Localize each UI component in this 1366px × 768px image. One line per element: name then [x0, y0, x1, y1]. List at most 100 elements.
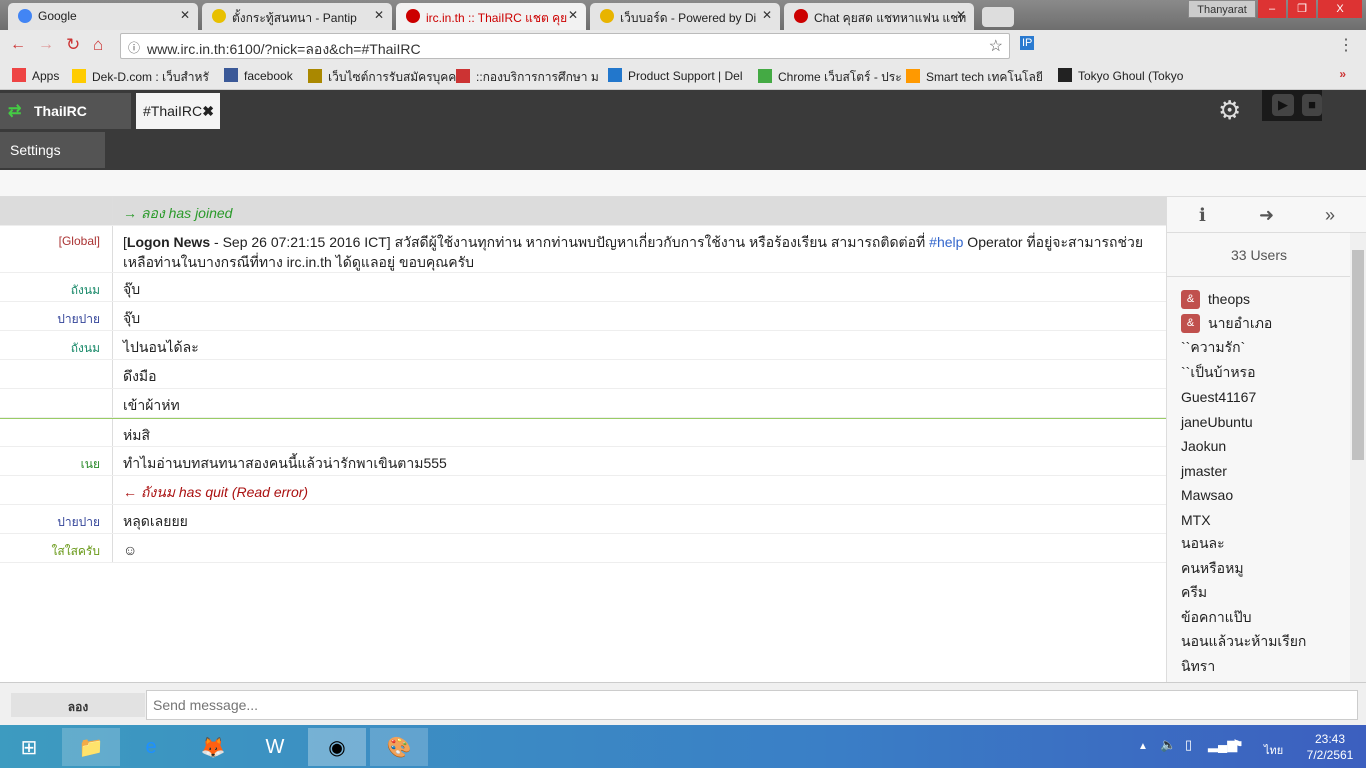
- message-body: ← ถังนม has quit (Read error): [113, 476, 1166, 504]
- channel-tab[interactable]: #ThaiIRC ✖: [136, 93, 220, 129]
- volume-icon[interactable]: 🔈: [1160, 737, 1176, 753]
- bookmark-item[interactable]: Apps: [12, 68, 59, 83]
- stop-icon[interactable]: ■: [1302, 94, 1322, 116]
- message-nick[interactable]: ปายปาย: [0, 302, 113, 330]
- user-item[interactable]: นอนแล้วนะห้ามเรียก: [1181, 630, 1366, 655]
- ip-extension-icon[interactable]: IP: [1020, 36, 1035, 50]
- word-icon[interactable]: W: [246, 728, 304, 766]
- bookmark-item[interactable]: facebook: [224, 68, 293, 83]
- message-nick[interactable]: [0, 360, 113, 388]
- user-item[interactable]: ``เป็นบ้าหรอ: [1181, 361, 1366, 386]
- menu-icon[interactable]: ⋮: [1338, 35, 1354, 55]
- close-tab-icon[interactable]: ✕: [180, 8, 190, 22]
- browser-tab[interactable]: irc.in.th :: ThaiIRC แชต คุย ✕: [396, 3, 586, 30]
- flag-icon[interactable]: ⚑: [1232, 737, 1244, 753]
- bookmark-item[interactable]: เว็บไซต์การรับสมัครบุคคล: [308, 68, 464, 87]
- home-icon[interactable]: ⌂: [93, 35, 103, 55]
- chrome-icon[interactable]: ◉: [308, 728, 366, 766]
- paint-icon[interactable]: 🎨: [370, 728, 428, 766]
- browser-tab[interactable]: Chat คุยสด แชทหาแฟน แชท ✕: [784, 3, 974, 30]
- user-name: Guest41167: [1181, 389, 1257, 406]
- user-item[interactable]: Guest41167: [1181, 385, 1366, 410]
- info-icon[interactable]: ℹ: [1199, 205, 1206, 226]
- message-nick[interactable]: [0, 197, 113, 225]
- user-item[interactable]: & theops: [1181, 287, 1366, 312]
- close-tab-icon[interactable]: ✕: [956, 8, 966, 22]
- close-tab-icon[interactable]: ✕: [762, 8, 772, 22]
- message-input[interactable]: [146, 690, 1358, 720]
- bookmark-item[interactable]: Dek-D.com : เว็บสำหรั: [72, 68, 209, 87]
- browser-tab[interactable]: ตั้งกระทู้สนทนา - Pantip ✕: [202, 3, 392, 30]
- channel-link[interactable]: #help: [929, 234, 963, 250]
- file-explorer-icon[interactable]: 📁: [62, 728, 120, 766]
- clock[interactable]: 23:43 7/2/2561: [1300, 731, 1360, 763]
- network-tab[interactable]: ⇄ ThaiIRC: [0, 93, 131, 129]
- message-nick[interactable]: ถังนม: [0, 273, 113, 301]
- message-nick[interactable]: ปายปาย: [0, 505, 113, 533]
- maximize-button[interactable]: ❐: [1288, 0, 1316, 18]
- user-item[interactable]: คนหรือหมู: [1181, 557, 1366, 582]
- user-name: janeUbuntu: [1181, 413, 1253, 430]
- leave-channel-icon[interactable]: ➜: [1259, 205, 1274, 226]
- start-button[interactable]: ⊞: [0, 728, 58, 766]
- internet-explorer-icon[interactable]: e: [122, 728, 180, 766]
- message-row: ปายปาย จุ๊บ: [0, 302, 1166, 331]
- bookmark-item[interactable]: ::กองบริการการศึกษา ม: [456, 68, 599, 87]
- browser-tab[interactable]: เว็บบอร์ด - Powered by Di ✕: [590, 3, 780, 30]
- minimize-button[interactable]: –: [1258, 0, 1286, 18]
- op-badge: &: [1181, 314, 1200, 334]
- profile-button[interactable]: Thanyarat: [1188, 0, 1256, 18]
- close-tab-icon[interactable]: ✕: [374, 8, 384, 22]
- message-nick[interactable]: [0, 476, 113, 504]
- battery-icon[interactable]: ▯: [1185, 737, 1192, 753]
- message-nick[interactable]: ใสใสครับ: [0, 534, 113, 562]
- bookmark-item[interactable]: Smart tech เทคโนโลยี: [906, 68, 1043, 87]
- message-row: → ลอง has joined: [0, 197, 1166, 226]
- user-list-scrollbar[interactable]: [1350, 233, 1366, 682]
- message-nick[interactable]: [0, 389, 113, 417]
- bookmark-favicon-icon: [224, 68, 238, 82]
- page-icon: [406, 9, 420, 23]
- settings-button[interactable]: Settings: [0, 132, 105, 168]
- firefox-icon[interactable]: 🦊: [184, 728, 242, 766]
- address-bar[interactable]: ⓘ www.irc.in.th:6100/?nick=ลอง&ch=#ThaiI…: [120, 33, 1010, 59]
- browser-tab[interactable]: Google ✕: [8, 3, 198, 30]
- play-icon[interactable]: ▶: [1272, 94, 1294, 116]
- close-tab-icon[interactable]: ✕: [568, 8, 578, 22]
- message-nick[interactable]: [0, 419, 113, 446]
- forward-icon[interactable]: →: [38, 36, 54, 54]
- close-channel-icon[interactable]: ✖: [202, 103, 214, 120]
- user-item[interactable]: MTX: [1181, 508, 1366, 533]
- language-indicator[interactable]: ไทย: [1264, 741, 1283, 759]
- message-nick[interactable]: ถังนม: [0, 331, 113, 359]
- bookmark-star-icon[interactable]: ☆: [989, 36, 1003, 56]
- user-item[interactable]: ข้อคกาแป๊บ: [1181, 606, 1366, 631]
- bookmark-item[interactable]: Chrome เว็บสโตร์ - ประ: [758, 68, 902, 87]
- bookmark-item[interactable]: Product Support | Del: [608, 68, 743, 83]
- user-item[interactable]: Mawsao: [1181, 483, 1366, 508]
- user-item[interactable]: Jaokun: [1181, 434, 1366, 459]
- bookmark-item[interactable]: Tokyo Ghoul (Tokyo: [1058, 68, 1183, 83]
- message-text: → ลอง has joined: [123, 205, 233, 221]
- info-icon[interactable]: ⓘ: [128, 39, 140, 56]
- user-item[interactable]: ``ความรัก`: [1181, 336, 1366, 361]
- user-item[interactable]: jmaster: [1181, 459, 1366, 484]
- user-name: คนหรือหมู: [1181, 559, 1244, 576]
- scrollbar-thumb[interactable]: [1352, 250, 1364, 460]
- new-tab-button[interactable]: [982, 7, 1014, 27]
- close-window-button[interactable]: X: [1318, 0, 1362, 18]
- message-nick[interactable]: [Global]: [0, 226, 113, 272]
- user-item[interactable]: นิทรา: [1181, 655, 1366, 680]
- back-icon[interactable]: ←: [10, 36, 26, 54]
- collapse-sidebar-icon[interactable]: »: [1325, 205, 1335, 226]
- user-item[interactable]: janeUbuntu: [1181, 410, 1366, 435]
- gears-icon[interactable]: ⚙: [1218, 95, 1241, 126]
- more-bookmarks-icon[interactable]: »: [1339, 67, 1346, 81]
- message-nick[interactable]: เนย: [0, 447, 113, 475]
- reload-icon[interactable]: ↻: [66, 35, 80, 55]
- user-item[interactable]: & นายอำเภอ: [1181, 312, 1366, 337]
- user-item[interactable]: นอนละ: [1181, 532, 1366, 557]
- my-nick[interactable]: ลอง: [11, 693, 145, 717]
- show-hidden-icons[interactable]: ▲: [1138, 741, 1148, 752]
- user-item[interactable]: ครีม: [1181, 581, 1366, 606]
